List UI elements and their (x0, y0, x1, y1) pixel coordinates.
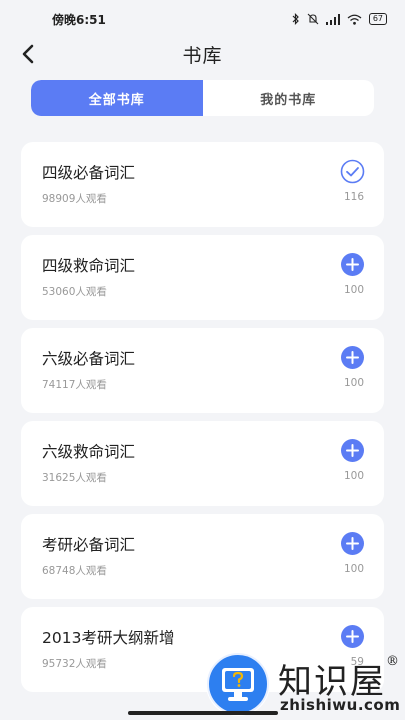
status-icons: 67 (292, 13, 387, 25)
plus-circle-icon (341, 253, 364, 276)
book-title: 考研必备词汇 (42, 536, 136, 554)
tab-bar: 全部书库 我的书库 (31, 80, 374, 116)
plus-circle-icon (341, 532, 364, 555)
book-title: 2013考研大纲新增 (42, 629, 175, 647)
status-time: 傍晚6:51 (52, 12, 106, 27)
book-card[interactable]: 考研必备词汇 68748人观看 100 (21, 514, 384, 599)
book-word-count: 100 (343, 377, 364, 389)
add-book-button[interactable] (340, 531, 365, 556)
book-title: 四级救命词汇 (42, 257, 136, 275)
bluetooth-icon (292, 13, 299, 25)
add-book-button[interactable] (340, 345, 365, 370)
book-views: 95732人观看 (42, 658, 107, 670)
back-button[interactable] (14, 40, 42, 68)
book-word-count: 100 (343, 284, 364, 296)
add-book-button[interactable] (340, 624, 365, 649)
chevron-left-icon (22, 44, 34, 64)
status-bar: 傍晚6:51 67 (0, 0, 405, 38)
book-title: 六级救命词汇 (42, 443, 136, 461)
book-views: 98909人观看 (42, 193, 107, 205)
book-views: 31625人观看 (42, 472, 107, 484)
book-word-count: 100 (343, 563, 364, 575)
added-check-button[interactable] (340, 159, 365, 184)
plus-circle-icon (341, 346, 364, 369)
home-indicator[interactable] (128, 711, 278, 715)
plus-circle-icon (341, 625, 364, 648)
tab-my-books[interactable]: 我的书库 (203, 80, 375, 116)
watermark-url: zhishiwu.com (280, 696, 401, 714)
book-card[interactable]: 六级救命词汇 31625人观看 100 (21, 421, 384, 506)
book-title: 四级必备词汇 (42, 164, 136, 182)
book-word-count: 116 (343, 191, 364, 203)
question-monitor-icon (207, 653, 269, 715)
add-book-button[interactable] (340, 252, 365, 277)
plus-circle-icon (341, 439, 364, 462)
wifi-icon (347, 14, 362, 25)
header: 书库 (0, 38, 405, 70)
watermark-logo (206, 652, 270, 716)
add-book-button[interactable] (340, 438, 365, 463)
watermark: 知识屋® zhishiwu.com (206, 652, 405, 720)
book-views: 68748人观看 (42, 565, 107, 577)
battery-icon: 67 (368, 13, 387, 25)
check-circle-icon (340, 159, 365, 184)
book-card[interactable]: 四级救命词汇 53060人观看 100 (21, 235, 384, 320)
book-card[interactable]: 六级必备词汇 74117人观看 100 (21, 328, 384, 413)
book-title: 六级必备词汇 (42, 350, 136, 368)
signal-icon (325, 13, 340, 25)
tab-all-books[interactable]: 全部书库 (31, 80, 203, 116)
book-views: 53060人观看 (42, 286, 107, 298)
mute-icon (307, 13, 319, 25)
book-word-count: 100 (343, 470, 364, 482)
page-title: 书库 (182, 44, 223, 67)
book-list: 四级必备词汇 98909人观看 116 四级救命词汇 53060人观看 100 … (21, 142, 384, 700)
book-card[interactable]: 四级必备词汇 98909人观看 116 (21, 142, 384, 227)
book-views: 74117人观看 (42, 379, 107, 391)
